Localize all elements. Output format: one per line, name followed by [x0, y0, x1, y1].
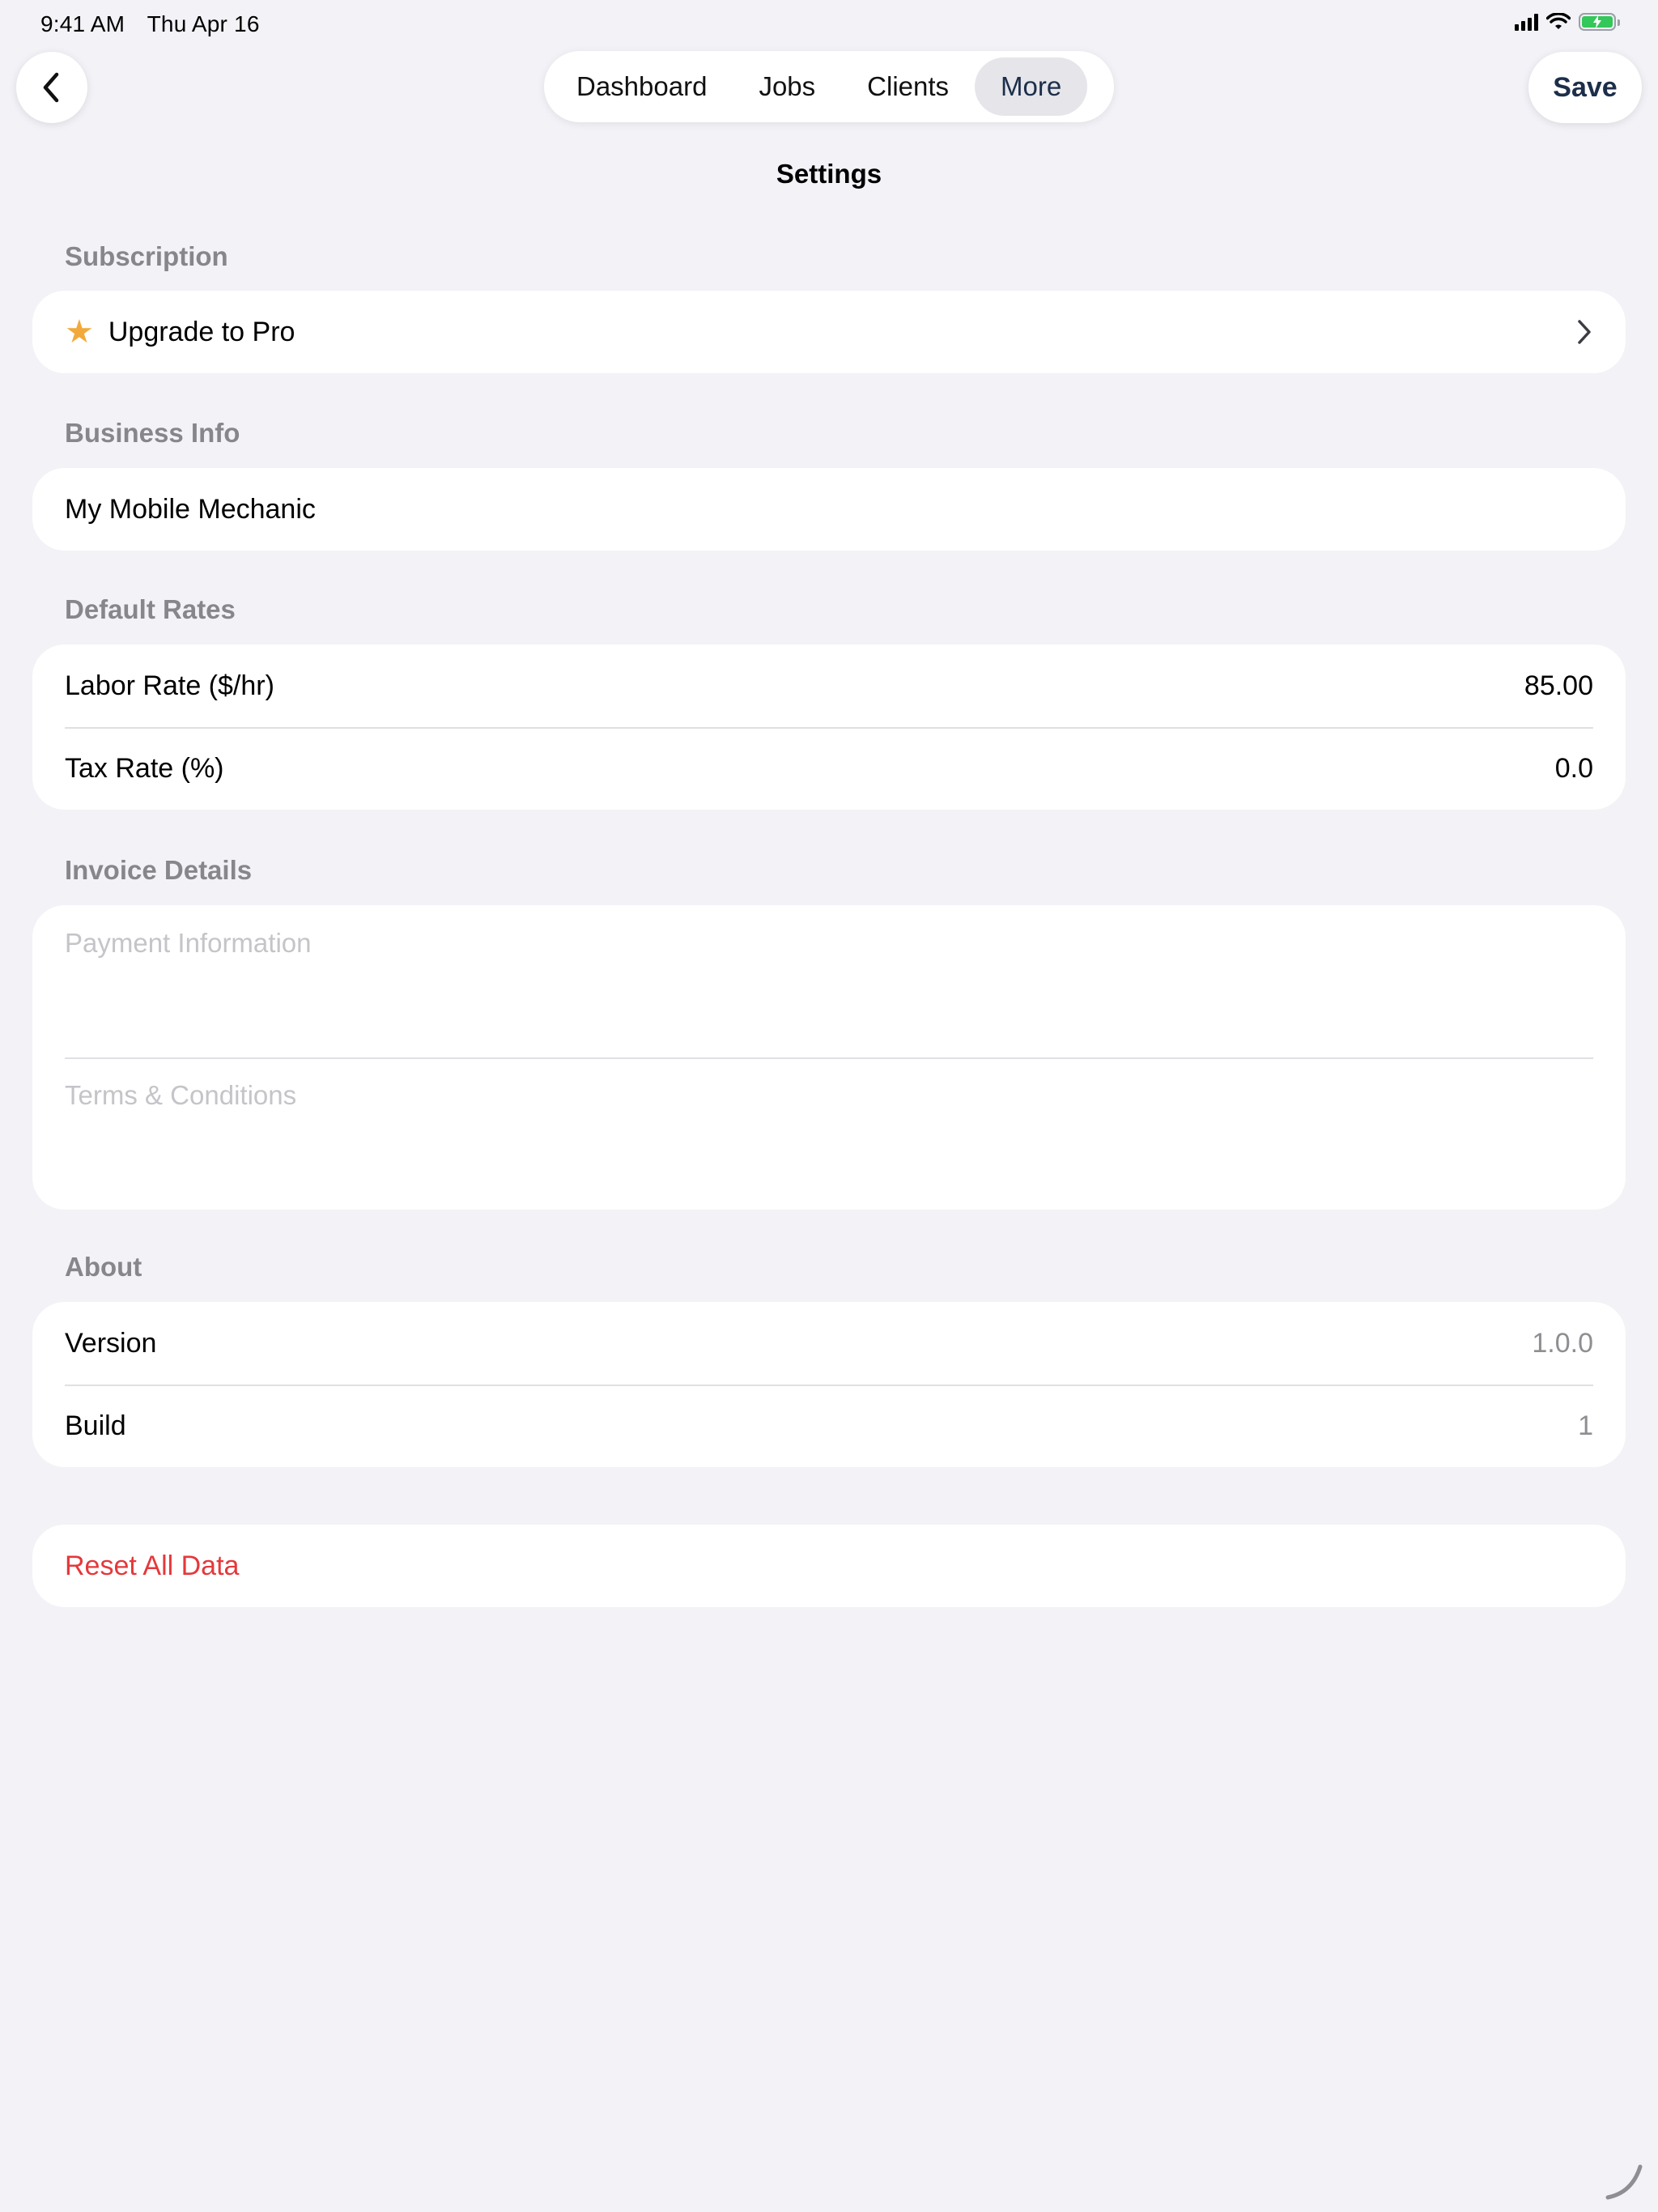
invoice-details-card: Payment Information Terms & Conditions — [32, 905, 1626, 1210]
section-header-about: About — [65, 1252, 142, 1282]
signal-icon — [1515, 13, 1538, 31]
reset-all-data-button[interactable]: Reset All Data — [32, 1525, 1626, 1607]
tax-rate-label: Tax Rate (%) — [65, 752, 224, 784]
tab-dashboard[interactable]: Dashboard — [551, 57, 733, 116]
business-name-field[interactable]: My Mobile Mechanic — [32, 468, 1626, 551]
version-label: Version — [65, 1327, 157, 1359]
tab-jobs[interactable]: Jobs — [733, 57, 841, 116]
tax-rate-field[interactable]: 0.0 — [1555, 753, 1593, 785]
status-date: Thu Apr 16 — [147, 11, 260, 36]
section-header-invoice-details: Invoice Details — [65, 855, 253, 885]
section-header-default-rates: Default Rates — [65, 594, 236, 624]
default-rates-card: Labor Rate ($/hr) 85.00 Tax Rate (%) 0.0 — [32, 644, 1626, 810]
build-label: Build — [65, 1410, 126, 1441]
tab-clients[interactable]: Clients — [841, 57, 975, 116]
about-card: Version 1.0.0 Build 1 — [32, 1302, 1626, 1467]
chevron-right-icon — [1575, 318, 1593, 346]
upgrade-to-pro-row[interactable]: ★ Upgrade to Pro — [32, 291, 1626, 373]
back-button[interactable] — [16, 52, 87, 123]
labor-rate-label: Labor Rate ($/hr) — [65, 670, 274, 701]
terms-conditions-field[interactable]: Terms & Conditions — [32, 1057, 1626, 1210]
wifi-icon — [1546, 13, 1571, 29]
build-value: 1 — [1578, 1410, 1593, 1441]
subscription-card: ★ Upgrade to Pro — [32, 291, 1626, 373]
page-title: Settings — [776, 159, 882, 189]
version-row: Version 1.0.0 — [32, 1302, 1626, 1385]
section-header-subscription: Subscription — [65, 241, 228, 271]
save-button[interactable]: Save — [1528, 52, 1642, 123]
main-tab-bar: Dashboard Jobs Clients More — [544, 51, 1114, 122]
home-indicator-icon — [1605, 2164, 1643, 2200]
section-header-business-info: Business Info — [65, 418, 240, 448]
status-bar-icons — [1515, 13, 1620, 31]
tab-more[interactable]: More — [975, 57, 1088, 116]
upgrade-label: Upgrade to Pro — [108, 316, 295, 347]
build-row: Build 1 — [32, 1385, 1626, 1467]
danger-zone-card: Reset All Data — [32, 1525, 1626, 1607]
labor-rate-field[interactable]: 85.00 — [1524, 670, 1593, 702]
star-icon: ★ — [65, 314, 94, 350]
battery-icon — [1579, 13, 1620, 31]
status-time: 9:41 AM — [40, 11, 125, 36]
payment-information-field[interactable]: Payment Information — [32, 905, 1626, 1057]
version-value: 1.0.0 — [1532, 1327, 1593, 1359]
tax-rate-row[interactable]: Tax Rate (%) 0.0 — [32, 727, 1626, 810]
labor-rate-row[interactable]: Labor Rate ($/hr) 85.00 — [32, 644, 1626, 727]
status-bar-time: 9:41 AM Thu Apr 16 — [40, 11, 276, 37]
chevron-left-icon — [43, 72, 59, 103]
business-info-card: My Mobile Mechanic — [32, 468, 1626, 551]
